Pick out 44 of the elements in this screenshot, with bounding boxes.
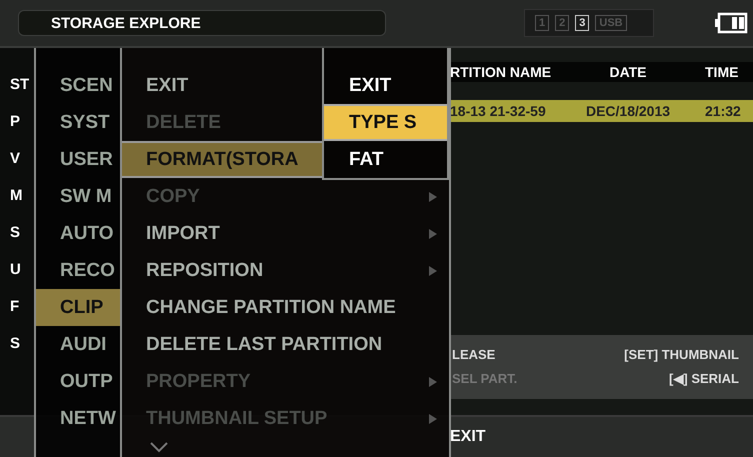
card-slot-indicator: 1: [535, 15, 550, 31]
info-label: U: [10, 261, 22, 279]
info-label: S: [10, 335, 22, 353]
scroll-down-icon[interactable]: [149, 441, 169, 453]
battery-icon: [714, 12, 748, 34]
info-label: P: [10, 113, 22, 131]
menu-item[interactable]: SW M: [36, 178, 120, 215]
menu-item[interactable]: CLIP: [36, 289, 120, 326]
menu-item[interactable]: NETW: [36, 400, 120, 437]
menu-item[interactable]: RECO: [36, 252, 120, 289]
table-cell-text: 18-13 21-32-59: [450, 103, 547, 119]
table-cell-text: 21:32: [704, 103, 742, 119]
info-label: ST: [10, 76, 30, 94]
info-label: M: [10, 187, 24, 205]
card-slot-indicator: USB: [595, 15, 627, 31]
table-cell-text: DEC/18/2013: [584, 103, 672, 119]
menu-item[interactable]: IMPORT: [122, 215, 449, 252]
table-row[interactable]: 18-13 21-32-59 DEC/18/2013 21:32: [450, 100, 753, 122]
hint-text: SEL PART.: [452, 370, 518, 388]
menu-item[interactable]: EXIT: [324, 67, 447, 104]
column-header: TIME: [704, 64, 740, 80]
hint-text: [SET] THUMBNAIL: [624, 346, 739, 364]
hint-text: [◀] SERIAL: [669, 370, 739, 388]
column-header: RTITION NAME: [450, 64, 552, 80]
menu-item[interactable]: AUDI: [36, 326, 120, 363]
menu-item[interactable]: REPOSITION: [122, 252, 449, 289]
hint-text: LEASE: [452, 346, 496, 364]
menu-item[interactable]: CHANGE PARTITION NAME: [122, 289, 449, 326]
info-label: S: [10, 224, 22, 242]
info-label: V: [10, 150, 22, 168]
status-text: EXIT: [450, 428, 486, 446]
menu-item[interactable]: USER: [36, 141, 120, 178]
info-label: F: [10, 298, 20, 316]
column-header: DATE: [608, 64, 648, 80]
menu-item[interactable]: SCEN: [36, 67, 120, 104]
card-slot-indicator: 2: [555, 15, 570, 31]
card-slot-indicator: 3: [575, 15, 590, 31]
menu-item[interactable]: SYST: [36, 104, 120, 141]
menu-item[interactable]: TYPE S: [324, 104, 447, 141]
menu-item[interactable]: AUTO: [36, 215, 120, 252]
menu-item[interactable]: DELETE LAST PARTITION: [122, 326, 449, 363]
menu-item[interactable]: OUTP: [36, 363, 120, 400]
menu-item[interactable]: FAT: [324, 141, 447, 178]
screen-title: STORAGE EXPLORE: [18, 10, 386, 36]
